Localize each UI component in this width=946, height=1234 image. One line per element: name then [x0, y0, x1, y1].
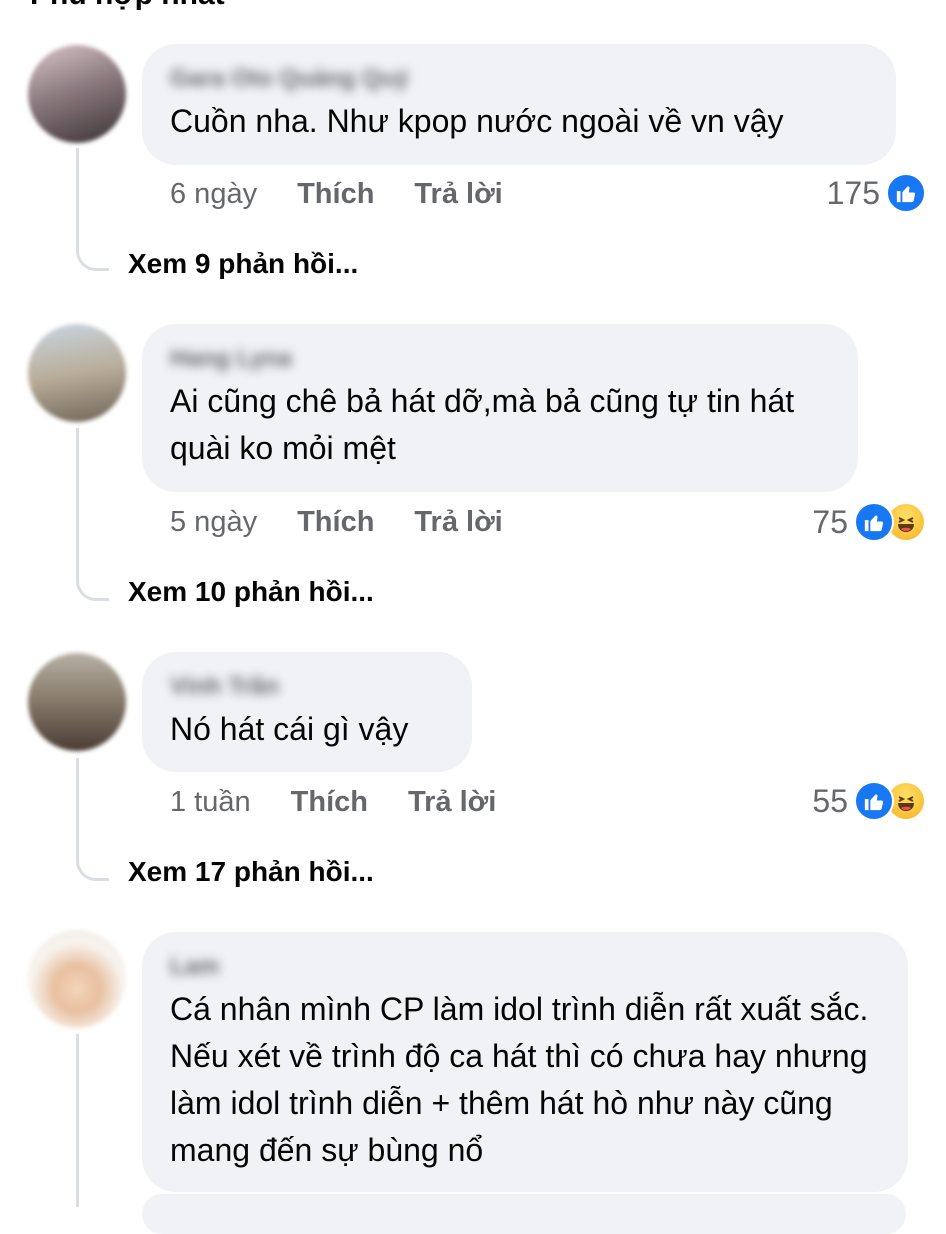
like-reaction-icon	[854, 781, 894, 821]
thread-line	[76, 148, 79, 248]
like-reaction-icon	[854, 502, 894, 542]
thread-line	[76, 758, 79, 858]
comment-bubble: Vinh Trần Nó hát cái gì vậy	[142, 652, 472, 772]
view-replies-link[interactable]: Xem 17 phản hồi...	[128, 856, 374, 888]
comment-author[interactable]: Vinh Trần	[170, 672, 444, 702]
next-comment-bubble	[142, 1194, 906, 1234]
comment-actions: 6 ngày Thích Trả lời	[170, 178, 503, 211]
reaction-summary[interactable]: 55	[812, 781, 926, 821]
comment-bubble: Lam Cá nhân mình CP làm idol trình diễn …	[142, 932, 908, 1192]
comment-actions: 5 ngày Thích Trả lời	[170, 506, 503, 539]
reaction-summary[interactable]: 75	[812, 502, 926, 542]
section-title: Phù hợp nhất	[30, 0, 225, 12]
view-replies-link[interactable]: Xem 10 phản hồi...	[128, 576, 374, 608]
comment-text: Cuồn nha. Như kpop nước ngoài về vn vậy	[170, 103, 784, 139]
avatar[interactable]	[28, 324, 126, 422]
reaction-count: 55	[812, 782, 848, 819]
reply-button[interactable]: Trả lời	[414, 506, 502, 539]
comment-time[interactable]: 5 ngày	[170, 506, 257, 539]
thread-curve	[76, 856, 109, 881]
reaction-summary[interactable]: 175	[827, 173, 926, 213]
like-button[interactable]: Thích	[291, 786, 368, 819]
like-button[interactable]: Thích	[297, 178, 374, 211]
comment-time[interactable]: 6 ngày	[170, 178, 257, 211]
comment-bubble: Gara Oto Quảng Quý Cuồn nha. Như kpop nư…	[142, 44, 896, 165]
reaction-count: 75	[812, 503, 848, 540]
reaction-count: 175	[826, 174, 880, 211]
thread-curve	[76, 576, 109, 601]
thread-curve	[76, 246, 109, 271]
comment-bubble: Hang Lyna Ai cũng chê bả hát dỡ,mà bả cũ…	[142, 324, 858, 492]
comment-author[interactable]: Lam	[170, 952, 880, 982]
avatar[interactable]	[28, 653, 126, 751]
view-replies-link[interactable]: Xem 9 phản hồi...	[128, 248, 358, 280]
like-reaction-icon	[886, 173, 926, 213]
thread-line	[76, 1034, 79, 1207]
comment-text: Nó hát cái gì vậy	[170, 711, 409, 747]
like-button[interactable]: Thích	[297, 506, 374, 539]
thread-line	[76, 428, 79, 578]
comment-actions: 1 tuần Thích Trả lời	[170, 786, 496, 819]
comment-text: Ai cũng chê bả hát dỡ,mà bả cũng tự tin …	[170, 383, 795, 466]
avatar[interactable]	[28, 930, 126, 1028]
comment-time[interactable]: 1 tuần	[170, 786, 251, 819]
comment-author[interactable]: Gara Oto Quảng Quý	[170, 64, 868, 94]
comment-text: Cá nhân mình CP làm idol trình diễn rất …	[170, 991, 869, 1168]
avatar[interactable]	[28, 45, 126, 143]
comment-author[interactable]: Hang Lyna	[170, 344, 830, 374]
reply-button[interactable]: Trả lời	[408, 786, 496, 819]
reply-button[interactable]: Trả lời	[414, 178, 502, 211]
